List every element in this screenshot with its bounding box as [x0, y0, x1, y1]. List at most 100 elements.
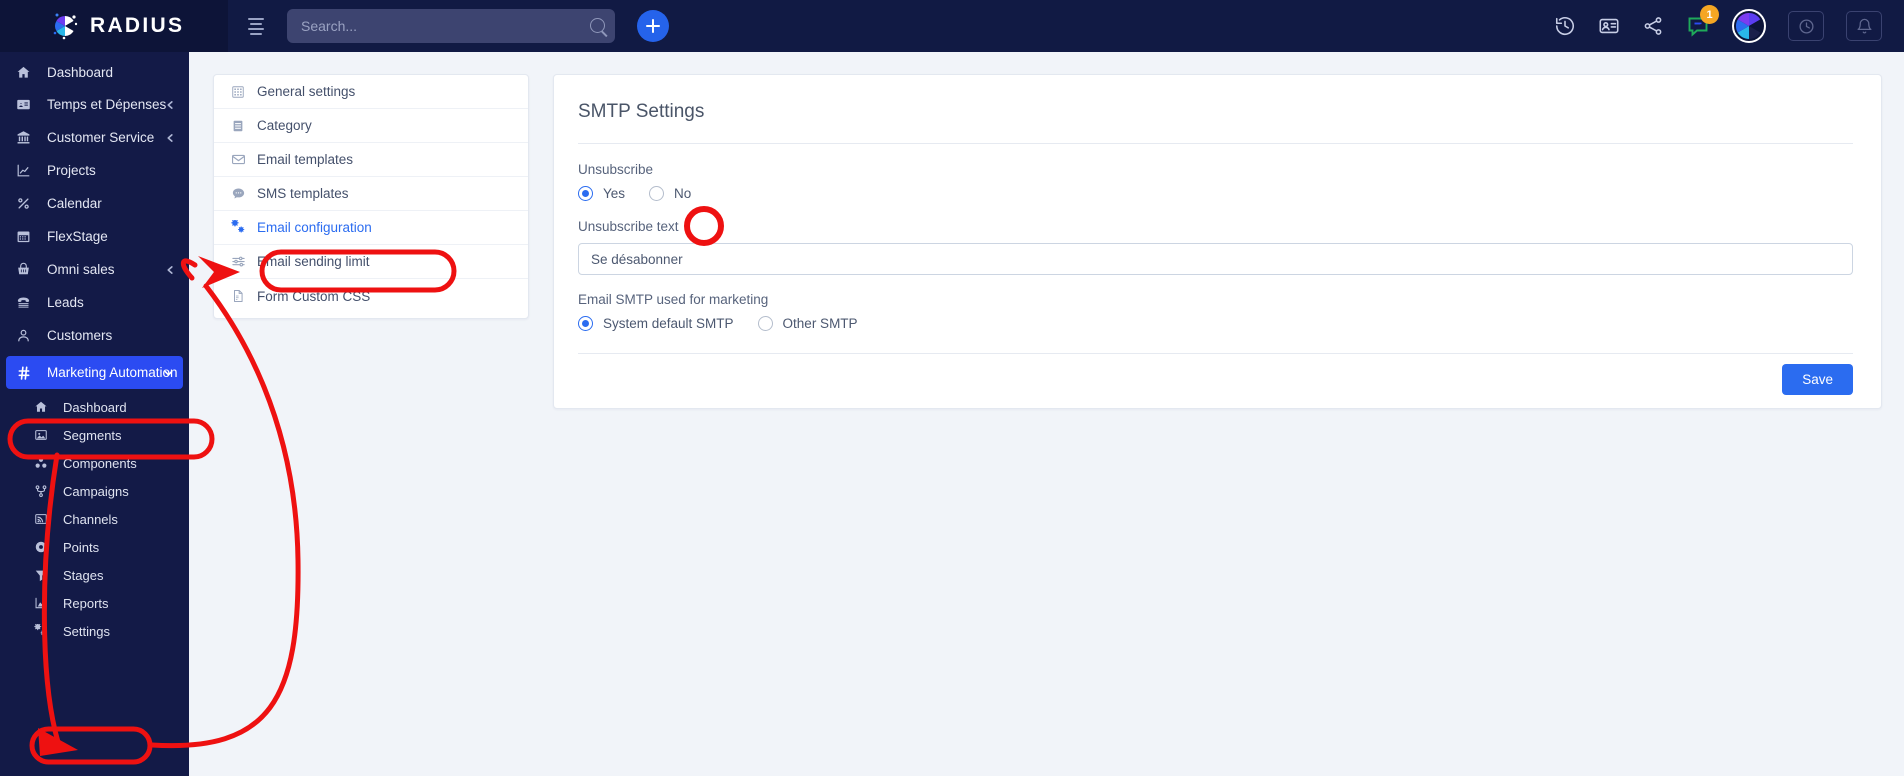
- save-button[interactable]: Save: [1782, 364, 1853, 395]
- sidebar-subitem-segments[interactable]: Segments: [0, 421, 189, 449]
- sidebar-sublabel: Dashboard: [63, 399, 127, 415]
- history-icon[interactable]: [1554, 15, 1576, 37]
- clock-icon[interactable]: [1788, 11, 1824, 41]
- share-icon[interactable]: [1642, 15, 1664, 37]
- page-title: SMTP Settings: [578, 101, 705, 122]
- top-bar: RADIUS Search... 1: [0, 0, 1904, 52]
- chevron-down-icon[interactable]: [164, 365, 173, 380]
- hash-icon: [16, 365, 38, 381]
- settings-menu-item-email-templates[interactable]: Email templates: [214, 143, 528, 177]
- sidebar-item-customer-service[interactable]: Customer Service: [0, 121, 189, 154]
- phone-icon: [16, 295, 38, 310]
- sidebar-subitem-reports[interactable]: Reports: [0, 589, 189, 617]
- chevron-left-icon[interactable]: [166, 262, 175, 277]
- chat-badge: 1: [1700, 5, 1719, 24]
- home-icon: [34, 400, 54, 414]
- campaigns-icon: [34, 484, 54, 498]
- smtp-radio-group: System default SMTP Other SMTP: [578, 316, 1853, 331]
- sidebar-item-projects[interactable]: Projects: [0, 154, 189, 187]
- unsubscribe-no-label[interactable]: No: [674, 186, 691, 201]
- unsubscribe-radio-group: Yes No: [578, 186, 1853, 201]
- hamburger-menu-icon[interactable]: [236, 17, 276, 35]
- sidebar-subitem-points[interactable]: Points: [0, 533, 189, 561]
- sidebar-item-customers[interactable]: Customers: [0, 319, 189, 352]
- funnel-icon: [34, 568, 54, 582]
- grid-icon: [231, 85, 257, 99]
- css-file-icon: [231, 289, 257, 303]
- list-icon: [231, 119, 257, 133]
- sidebar-subitem-components[interactable]: Components: [0, 449, 189, 477]
- other-smtp-label[interactable]: Other SMTP: [783, 316, 858, 331]
- settings-menu-item-email-configuration[interactable]: Email configuration: [214, 211, 528, 245]
- settings-menu-label: Email configuration: [257, 220, 372, 235]
- sidebar-item-temps-et-depenses[interactable]: Temps et Dépenses: [0, 88, 189, 121]
- sidebar-subitem-settings[interactable]: Settings: [0, 617, 189, 645]
- sidebar-item-dashboard[interactable]: Dashboard: [0, 57, 189, 88]
- sidebar-sublabel: Points: [63, 539, 100, 555]
- unsubscribe-yes-label[interactable]: Yes: [603, 186, 625, 201]
- brand-logo-area[interactable]: RADIUS: [0, 0, 228, 52]
- smtp-settings-card: SMTP Settings Unsubscribe Yes No Unsubsc…: [553, 74, 1882, 409]
- sidebar-label: Omni sales: [47, 262, 115, 277]
- sidebar-subitem-dashboard[interactable]: Dashboard: [0, 393, 189, 421]
- main-content: General settings Category Email template…: [189, 52, 1904, 776]
- contact-card-icon[interactable]: [1598, 15, 1620, 37]
- sidebar-subitem-campaigns[interactable]: Campaigns: [0, 477, 189, 505]
- sidebar-sublabel: Reports: [63, 595, 109, 611]
- sidebar-sublabel: Segments: [63, 427, 122, 443]
- settings-menu-label: Email sending limit: [257, 254, 370, 269]
- sidebar-label: Temps et Dépenses: [47, 97, 167, 112]
- sidebar-label: Customers: [47, 328, 113, 343]
- sidebar-sublabel: Stages: [63, 567, 104, 583]
- sidebar-subitem-stages[interactable]: Stages: [0, 561, 189, 589]
- system-default-smtp-radio[interactable]: [578, 316, 593, 331]
- sidebar-sublabel: Components: [63, 455, 137, 471]
- unsubscribe-label: Unsubscribe: [578, 162, 654, 177]
- other-smtp-radio[interactable]: [757, 316, 773, 331]
- chevron-left-icon[interactable]: [166, 97, 175, 112]
- add-new-button[interactable]: [637, 10, 669, 42]
- user-avatar[interactable]: [1732, 9, 1766, 43]
- calendar-icon: [16, 229, 38, 244]
- bell-icon[interactable]: [1846, 11, 1882, 41]
- sidebar-label: Marketing Automation: [47, 365, 178, 380]
- sidebar-subitem-channels[interactable]: Channels: [0, 505, 189, 533]
- sidebar-item-calendar[interactable]: Calendar: [0, 187, 189, 220]
- points-icon: [34, 540, 54, 554]
- settings-menu-item-form-custom-css[interactable]: Form Custom CSS: [214, 279, 528, 313]
- settings-menu-item-general-settings[interactable]: General settings: [214, 75, 528, 109]
- footer-divider: [578, 353, 1853, 354]
- unsubscribe-yes-radio[interactable]: [578, 186, 593, 201]
- settings-menu-label: General settings: [257, 84, 356, 99]
- system-default-smtp-label[interactable]: System default SMTP: [603, 316, 734, 331]
- sliders-icon: [231, 254, 257, 269]
- settings-menu-item-category[interactable]: Category: [214, 109, 528, 143]
- sidebar-item-marketing-automation[interactable]: Marketing Automation: [6, 356, 183, 389]
- unsubscribe-text-input[interactable]: [578, 243, 1853, 275]
- person-icon: [16, 328, 38, 343]
- sidebar-label: Customer Service: [47, 130, 155, 145]
- settings-menu-item-email-sending-limit[interactable]: Email sending limit: [214, 245, 528, 279]
- sidebar-item-flexstage[interactable]: FlexStage: [0, 220, 189, 253]
- settings-menu-label: Form Custom CSS: [257, 288, 371, 304]
- settings-menu-item-sms-templates[interactable]: SMS templates: [214, 177, 528, 211]
- topbar-actions: 1: [1554, 5, 1904, 43]
- sidebar-item-omni-sales[interactable]: Omni sales: [0, 253, 189, 286]
- gears-icon: [34, 623, 54, 639]
- settings-menu-label: Email templates: [257, 152, 354, 167]
- components-icon: [34, 456, 54, 470]
- chevron-left-icon[interactable]: [166, 130, 175, 145]
- chat-notification-icon[interactable]: 1: [1686, 5, 1719, 38]
- settings-menu-card: General settings Category Email template…: [213, 74, 529, 319]
- brand-name: RADIUS: [90, 14, 185, 37]
- search-box[interactable]: [287, 9, 615, 43]
- search-input[interactable]: [287, 18, 615, 34]
- unsubscribe-text-label: Unsubscribe text: [578, 219, 679, 234]
- sidebar-label: Leads: [47, 295, 84, 310]
- sidebar-item-leads[interactable]: Leads: [0, 286, 189, 319]
- bank-icon: [16, 130, 38, 145]
- unsubscribe-no-radio[interactable]: [649, 186, 665, 201]
- reports-icon: [34, 596, 54, 610]
- settings-menu-label: SMS templates: [257, 186, 349, 201]
- search-icon: [590, 18, 605, 33]
